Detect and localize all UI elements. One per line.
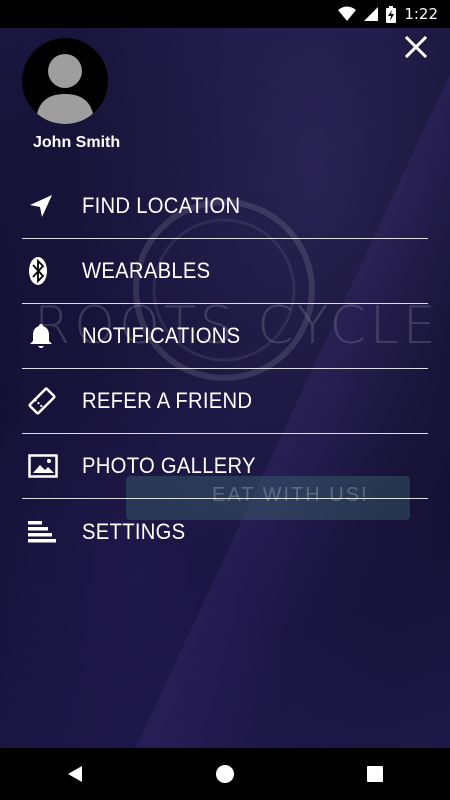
menu-item-photo-gallery[interactable]: PHOTO GALLERY	[22, 434, 428, 499]
menu-item-notifications[interactable]: NOTIFICATIONS	[22, 304, 428, 369]
menu-item-settings[interactable]: SETTINGS	[22, 499, 428, 564]
menu-label: REFER A FRIEND	[82, 388, 253, 413]
status-bar: 1:22	[0, 0, 450, 28]
person-avatar-icon	[36, 54, 94, 124]
recents-button[interactable]	[345, 754, 405, 794]
menu-item-refer-a-friend[interactable]: REFER A FRIEND	[22, 369, 428, 434]
status-time: 1:22	[404, 5, 438, 23]
menu-label: NOTIFICATIONS	[82, 323, 241, 348]
menu-label: SETTINGS	[82, 518, 186, 544]
image-icon	[28, 451, 72, 481]
bluetooth-icon	[28, 256, 72, 286]
drawer-menu: FIND LOCATION WEARABLES NOTIFICATIONS RE…	[22, 174, 428, 564]
menu-item-wearables[interactable]: WEARABLES	[22, 239, 428, 304]
back-button[interactable]	[45, 754, 105, 794]
close-icon	[405, 36, 427, 58]
ticket-icon	[28, 386, 72, 416]
avatar[interactable]	[22, 38, 108, 124]
system-nav-bar	[0, 748, 450, 800]
user-name: John Smith	[33, 134, 121, 151]
battery-charging-icon	[386, 5, 397, 23]
home-icon	[216, 765, 234, 783]
wifi-icon	[338, 6, 357, 22]
menu-label: FIND LOCATION	[82, 193, 241, 218]
recents-icon	[367, 766, 383, 782]
menu-label: WEARABLES	[82, 258, 211, 283]
bell-icon	[28, 321, 72, 351]
menu-label: PHOTO GALLERY	[82, 453, 256, 478]
close-button[interactable]	[401, 32, 431, 62]
back-icon	[68, 766, 82, 782]
navigation-arrow-icon	[28, 191, 72, 221]
signal-icon	[364, 7, 379, 21]
home-button[interactable]	[195, 754, 255, 794]
menu-item-find-location[interactable]: FIND LOCATION	[22, 174, 428, 239]
sort-lines-icon	[28, 517, 72, 547]
